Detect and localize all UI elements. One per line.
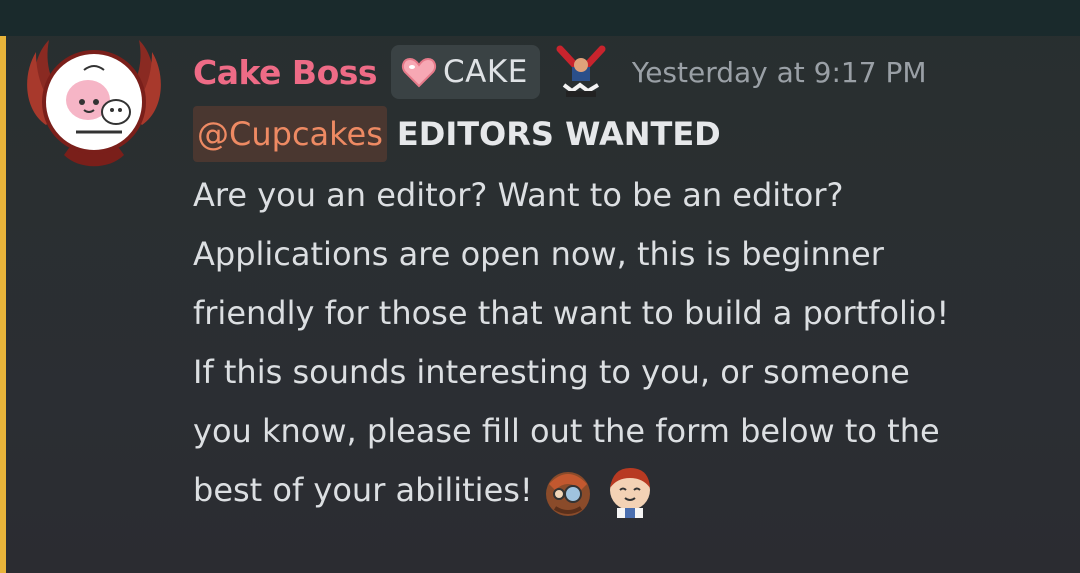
mention-highlight-bar bbox=[0, 36, 6, 573]
message-line: you know, please fill out the form below… bbox=[193, 412, 940, 450]
heart-icon bbox=[402, 57, 437, 88]
message-body: Are you an editor? Want to be an editor?… bbox=[193, 166, 1073, 520]
message-title-line: @Cupcakes EDITORS WANTED bbox=[193, 106, 721, 162]
author-avatar[interactable] bbox=[24, 30, 164, 170]
role-tag[interactable]: CAKE bbox=[391, 45, 540, 99]
message-line: best of your abilities! bbox=[193, 471, 533, 509]
message-line: Applications are open now, this is begin… bbox=[193, 235, 884, 273]
message-last-line: best of your abilities! bbox=[193, 461, 1073, 520]
message-timestamp[interactable]: Yesterday at 9:17 PM bbox=[632, 56, 927, 89]
smiling-cookie-emoji[interactable] bbox=[603, 464, 657, 518]
crossed-swords-badge-icon[interactable] bbox=[554, 45, 608, 99]
author-name[interactable]: Cake Boss bbox=[193, 53, 378, 92]
cookie-character-emoji[interactable] bbox=[541, 464, 595, 518]
role-tag-label: CAKE bbox=[443, 54, 528, 90]
user-mention[interactable]: @Cupcakes bbox=[193, 106, 387, 162]
message-headline: EDITORS WANTED bbox=[396, 115, 721, 153]
message-line: If this sounds interesting to you, or so… bbox=[193, 353, 910, 391]
message-line: friendly for those that want to build a … bbox=[193, 294, 950, 332]
message-line: Are you an editor? Want to be an editor? bbox=[193, 176, 844, 214]
chat-message[interactable]: Cake Boss CAKE Yesterday at 9:17 PM @Cup… bbox=[0, 36, 1080, 573]
avatar-image bbox=[27, 40, 161, 167]
message-header: Cake Boss CAKE Yesterday at 9:17 PM bbox=[193, 44, 927, 100]
